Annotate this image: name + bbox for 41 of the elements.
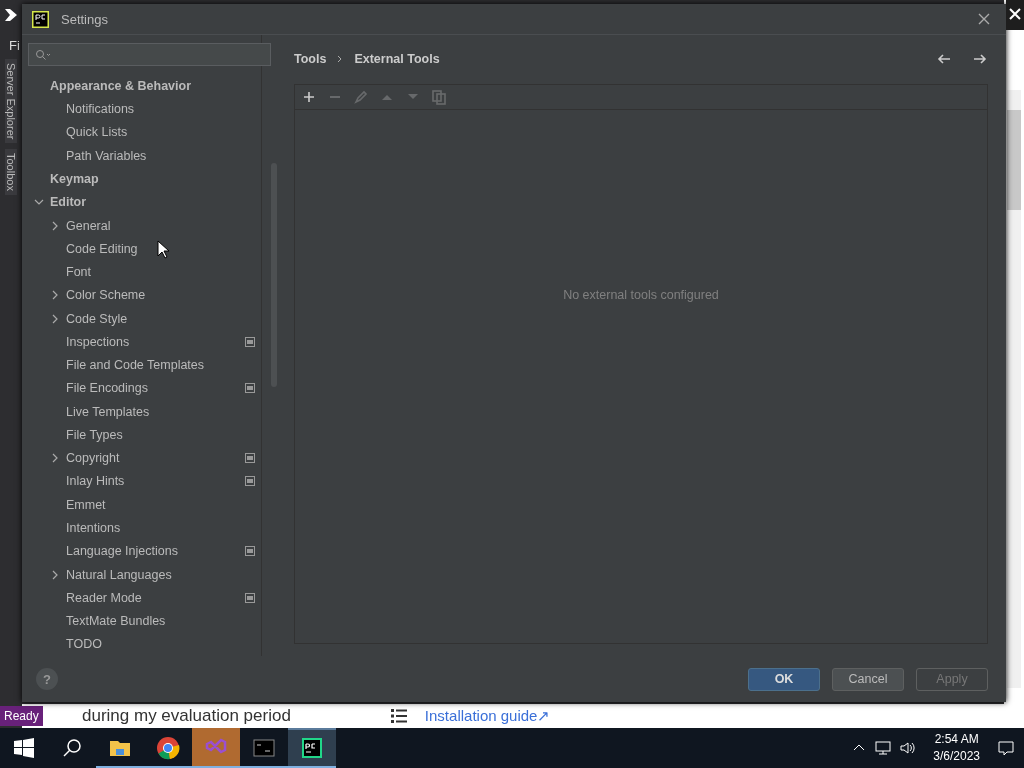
menu-text[interactable]: Fi <box>9 38 20 53</box>
tree-item[interactable]: Intentions <box>66 521 255 535</box>
tree-item[interactable]: General <box>66 218 255 233</box>
tree-item[interactable]: File Encodings <box>66 381 245 396</box>
breadcrumb-item[interactable]: External Tools <box>354 52 440 66</box>
tree-item[interactable]: Natural Languages <box>66 567 255 582</box>
tree-item[interactable]: File Types <box>66 427 255 442</box>
tree-item[interactable]: Appearance & Behavior <box>50 78 255 93</box>
tree-item[interactable]: Language Injections <box>66 544 245 559</box>
clock[interactable]: 2:54 AM 3/6/2023 <box>933 731 980 765</box>
date-text: 3/6/2023 <box>933 748 980 765</box>
tree-item[interactable]: Code Editing <box>66 241 255 256</box>
help-button[interactable]: ? <box>36 668 58 690</box>
tree-item[interactable]: TextMate Bundles <box>66 614 255 629</box>
tree-item[interactable]: Live Templates <box>66 404 255 419</box>
page-text: during my evaluation period <box>82 706 291 726</box>
dialog-button[interactable]: OK <box>748 667 820 691</box>
side-tab[interactable]: Toolbox <box>5 149 17 196</box>
tree-item[interactable]: Copyright <box>66 451 245 466</box>
time-text: 2:54 AM <box>934 731 979 748</box>
guide-link[interactable]: Installation guide↗ <box>424 707 551 725</box>
tree-item[interactable]: Quick Lists <box>66 125 255 140</box>
tree-item[interactable]: Color Scheme <box>66 288 255 303</box>
tree-item[interactable]: Path Variables <box>66 148 255 163</box>
tree-item[interactable]: Inspections <box>66 334 245 349</box>
tree-item[interactable]: Editor <box>50 195 255 210</box>
tree-item[interactable]: Inlay Hints <box>66 474 245 489</box>
tree-item[interactable]: File and Code Templates <box>66 358 255 373</box>
side-tab[interactable]: Server Explorer <box>5 59 17 144</box>
status-text: Ready <box>0 706 43 726</box>
tree-item[interactable]: TODO <box>66 637 255 652</box>
empty-message: No external tools configured <box>563 288 719 304</box>
tree-item[interactable]: Reader Mode <box>66 590 245 605</box>
breadcrumb-item[interactable]: Tools <box>294 52 327 66</box>
window-title: Settings <box>61 11 109 27</box>
tree-item[interactable]: Notifications <box>66 102 255 117</box>
dialog-button[interactable]: Cancel <box>832 667 904 691</box>
tree-item[interactable]: Emmet <box>66 497 255 512</box>
tree-item[interactable]: Keymap <box>50 172 255 186</box>
tree-item[interactable]: Font <box>66 265 255 280</box>
tree-item[interactable]: Code Style <box>66 311 255 326</box>
